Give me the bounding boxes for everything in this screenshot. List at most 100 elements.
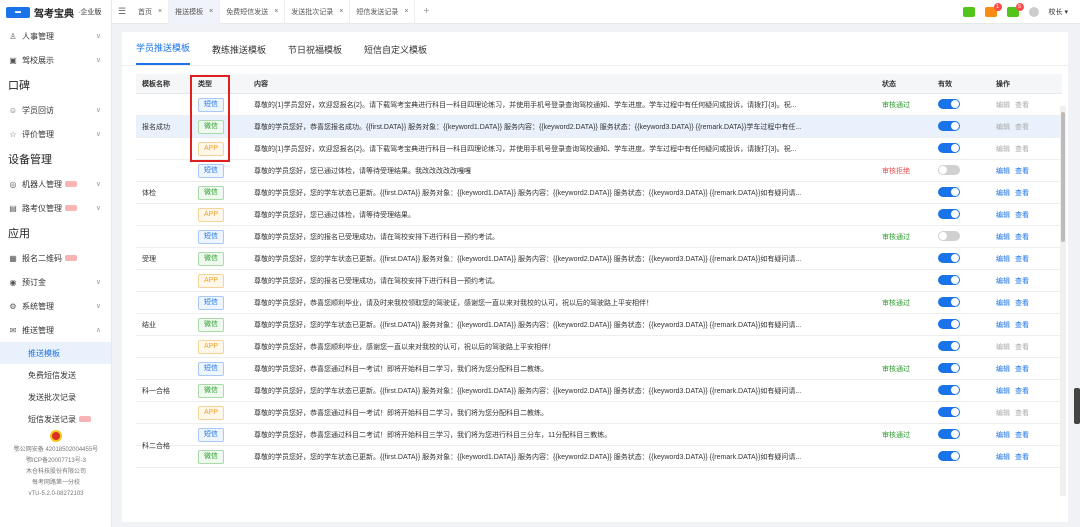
sidebar-item[interactable]: ♙ 人事管理 ∨	[0, 24, 111, 48]
tab-item[interactable]: 短信发送记录 ×	[350, 0, 416, 24]
view-link[interactable]: 查看	[1015, 102, 1029, 109]
table-row[interactable]: APP 尊敬的学员您好，恭喜您通过科目一考试！即将开始科目二学习，我们将为您分配科…	[136, 402, 1062, 424]
sidebar-item[interactable]: ⚙ 系统管理 ∨	[0, 294, 111, 318]
view-link[interactable]: 查看	[1015, 366, 1029, 373]
valid-toggle[interactable]	[938, 362, 960, 373]
edit-link[interactable]: 编辑	[996, 300, 1010, 307]
valid-toggle[interactable]	[938, 98, 960, 109]
sidebar-item[interactable]: ▦ 报名二维码	[0, 246, 111, 270]
notice-icon[interactable]: 5	[1006, 3, 1024, 17]
tab-item[interactable]: 发送批次记录 ×	[285, 0, 351, 24]
subtab[interactable]: 学员推送模板	[136, 41, 191, 65]
edit-link[interactable]: 编辑	[996, 256, 1010, 263]
sidebar-item[interactable]: ▤ 路考仪管理 ∨	[0, 196, 111, 220]
sidebar-item[interactable]: ◉ 预订金 ∨	[0, 270, 111, 294]
table-row[interactable]: 微信 尊敬的学员您好，您的学车状态已更新。{{first.DATA}} 服务对象：…	[136, 380, 1062, 402]
view-link[interactable]: 查看	[1015, 454, 1029, 461]
tab-item[interactable]: 首页 ×	[132, 0, 170, 24]
view-link[interactable]: 查看	[1015, 432, 1029, 439]
valid-toggle[interactable]	[938, 340, 960, 351]
message-icon[interactable]	[962, 7, 975, 17]
view-link[interactable]: 查看	[1015, 146, 1029, 153]
edit-link[interactable]: 编辑	[996, 146, 1010, 153]
valid-toggle[interactable]	[938, 450, 960, 461]
sidebar-subitem[interactable]: 免费短信发送	[0, 364, 111, 386]
sidebar-item[interactable]: ☺ 学员回访 ∨	[0, 98, 111, 122]
view-link[interactable]: 查看	[1015, 190, 1029, 197]
avatar[interactable]	[1028, 7, 1039, 17]
view-link[interactable]: 查看	[1015, 256, 1029, 263]
tab-item[interactable]: 免费短信发送 ×	[220, 0, 286, 24]
valid-toggle[interactable]	[938, 164, 960, 175]
edit-link[interactable]: 编辑	[996, 212, 1010, 219]
edit-link[interactable]: 编辑	[996, 278, 1010, 285]
view-link[interactable]: 查看	[1015, 410, 1029, 417]
subtab[interactable]: 节日祝福模板	[288, 43, 342, 65]
user-menu[interactable]: 校长 ▾	[1049, 7, 1068, 17]
view-link[interactable]: 查看	[1015, 168, 1029, 175]
sidebar-item[interactable]: ✉ 推送管理 ∧	[0, 318, 111, 342]
sidebar-item[interactable]: ☆ 评价管理 ∨	[0, 122, 111, 146]
table-row[interactable]: 短信 尊敬的学员您好，您已通过体检，请等待受理结果。我改改改改改嘎嘎 审核拒绝 编辑查…	[136, 160, 1062, 182]
table-row[interactable]: 微信 尊敬的学员您好，您的学车状态已更新。{{first.DATA}} 服务对象：…	[136, 248, 1062, 270]
edit-link[interactable]: 编辑	[996, 410, 1010, 417]
sidebar-subitem[interactable]: 发送批次记录	[0, 386, 111, 408]
edit-link[interactable]: 编辑	[996, 366, 1010, 373]
close-icon[interactable]: ×	[158, 8, 162, 15]
view-link[interactable]: 查看	[1015, 212, 1029, 219]
table-row[interactable]: APP 尊敬的学员您好，恭喜您顺利毕业，感谢您一直以来对我校的认可，祝以后的驾驶路…	[136, 336, 1062, 358]
subtab[interactable]: 教练推送模板	[212, 43, 266, 65]
close-icon[interactable]: ×	[404, 8, 408, 15]
valid-toggle[interactable]	[938, 208, 960, 219]
sidebar-subitem[interactable]: 短信发送记录	[0, 408, 111, 430]
close-icon[interactable]: ×	[209, 8, 213, 15]
table-row[interactable]: 微信 尊敬的学员您好，您的学车状态已更新。{{first.DATA}} 服务对象：…	[136, 182, 1062, 204]
table-row[interactable]: 短信 尊敬的{1}学员您好，欢迎您报名{2}。请下载驾考宝典进行科目一科目四理论练…	[136, 94, 1062, 116]
edit-link[interactable]: 编辑	[996, 322, 1010, 329]
valid-toggle[interactable]	[938, 142, 960, 153]
edit-link[interactable]: 编辑	[996, 234, 1010, 241]
sidebar-item[interactable]: ◎ 机器人管理 ∨	[0, 172, 111, 196]
edit-link[interactable]: 编辑	[996, 454, 1010, 461]
table-row[interactable]: APP 尊敬的{1}学员您好，欢迎您报名{2}。请下载驾考宝典进行科目一科目四理论…	[136, 138, 1062, 160]
sidebar-item[interactable]: ▣ 驾校展示 ∨	[0, 48, 111, 72]
edit-link[interactable]: 编辑	[996, 388, 1010, 395]
valid-toggle[interactable]	[938, 230, 960, 241]
valid-toggle[interactable]	[938, 318, 960, 329]
table-row[interactable]: 短信 尊敬的学员您好，恭喜您通过科目一考试！即将开始科目二学习，我们将为您分配科目…	[136, 358, 1062, 380]
table-row[interactable]: 微信 尊敬的学员您好，您的学车状态已更新。{{first.DATA}} 服务对象：…	[136, 446, 1062, 468]
view-link[interactable]: 查看	[1015, 344, 1029, 351]
view-link[interactable]: 查看	[1015, 388, 1029, 395]
sidebar-subitem[interactable]: 推送模板	[0, 342, 111, 364]
close-icon[interactable]: ×	[274, 8, 278, 15]
table-scrollbar[interactable]	[1060, 106, 1066, 496]
edit-link[interactable]: 编辑	[996, 168, 1010, 175]
side-drawer-handle[interactable]	[1074, 388, 1080, 424]
table-row[interactable]: 短信 尊敬的学员您好，恭喜您通过科目二考试！即将开始科目三学习，我们将为您进行科目…	[136, 424, 1062, 446]
view-link[interactable]: 查看	[1015, 278, 1029, 285]
edit-link[interactable]: 编辑	[996, 102, 1010, 109]
view-link[interactable]: 查看	[1015, 124, 1029, 131]
table-row[interactable]: 微信 尊敬的学员您好，恭喜您报名成功。{{first.DATA}} 服务对象：{{…	[136, 116, 1062, 138]
add-tab-button[interactable]: +	[415, 6, 437, 17]
valid-toggle[interactable]	[938, 120, 960, 131]
menu-toggle-icon[interactable]: ☰	[112, 6, 132, 17]
view-link[interactable]: 查看	[1015, 234, 1029, 241]
valid-toggle[interactable]	[938, 186, 960, 197]
valid-toggle[interactable]	[938, 274, 960, 285]
scroll-thumb[interactable]	[1061, 112, 1065, 242]
subtab[interactable]: 短信自定义模板	[364, 43, 427, 65]
valid-toggle[interactable]	[938, 296, 960, 307]
valid-toggle[interactable]	[938, 252, 960, 263]
valid-toggle[interactable]	[938, 384, 960, 395]
edit-link[interactable]: 编辑	[996, 190, 1010, 197]
table-row[interactable]: APP 尊敬的学员您好，您已通过体检，请等待受理结果。 编辑 查看	[136, 204, 1062, 226]
close-icon[interactable]: ×	[339, 8, 343, 15]
valid-toggle[interactable]	[938, 406, 960, 417]
edit-link[interactable]: 编辑	[996, 432, 1010, 439]
edit-link[interactable]: 编辑	[996, 344, 1010, 351]
table-row[interactable]: 短信 尊敬的学员您好，您的报名已受理成功，请在驾校安排下进行科目一预约考试。 审核通…	[136, 226, 1062, 248]
valid-toggle[interactable]	[938, 428, 960, 439]
view-link[interactable]: 查看	[1015, 322, 1029, 329]
table-row[interactable]: 微信 尊敬的学员您好，您的学车状态已更新。{{first.DATA}} 服务对象：…	[136, 314, 1062, 336]
